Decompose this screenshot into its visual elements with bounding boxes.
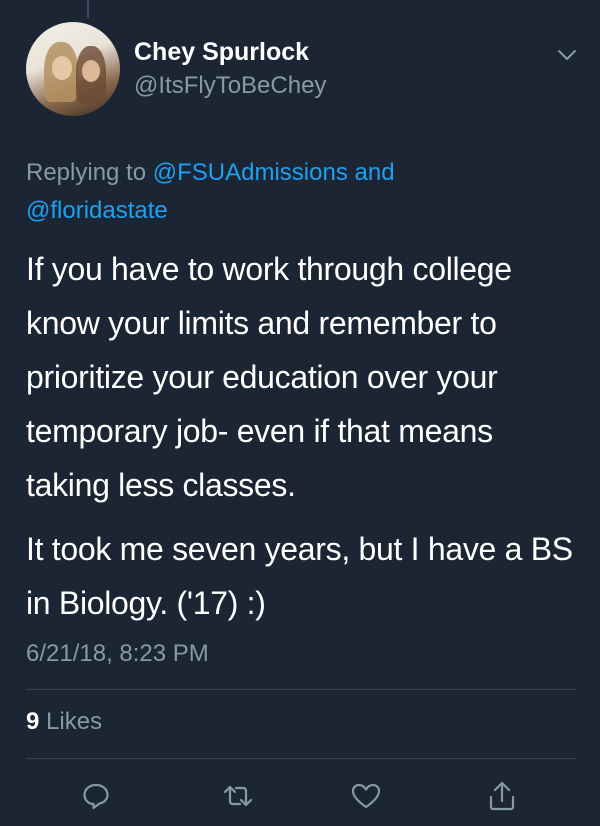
likes-label: Likes — [46, 708, 103, 735]
tweet-text: If you have to work through college know… — [26, 242, 582, 630]
likes-stat[interactable]: 9 Likes — [26, 708, 102, 736]
tweet-paragraph: It took me seven years, but I have a BS … — [26, 531, 573, 621]
avatar-detail — [82, 60, 100, 82]
like-button[interactable] — [346, 776, 386, 816]
divider — [26, 689, 576, 690]
chevron-down-icon[interactable] — [556, 46, 578, 64]
replying-to: Replying to @FSUAdmissions and @floridas… — [26, 154, 566, 230]
retweet-button[interactable] — [218, 776, 258, 816]
thread-connector — [87, 0, 89, 18]
tweet-paragraph: If you have to work through college know… — [26, 251, 512, 503]
mention-link-floridastate[interactable]: @floridastate — [26, 197, 168, 224]
action-bar — [0, 776, 600, 816]
heart-icon — [351, 783, 381, 809]
replying-prefix: Replying to — [26, 159, 153, 186]
display-name[interactable]: Chey Spurlock — [134, 38, 309, 67]
reply-button[interactable] — [76, 776, 116, 816]
divider — [26, 758, 576, 759]
avatar[interactable] — [26, 22, 120, 116]
retweet-icon — [223, 785, 253, 807]
user-handle[interactable]: @ItsFlyToBeChey — [134, 72, 326, 100]
share-button[interactable] — [482, 776, 522, 816]
timestamp: 6/21/18, 8:23 PM — [26, 640, 209, 667]
likes-count: 9 — [26, 708, 40, 735]
mention-link-fsuadmissions[interactable]: @FSUAdmissions — [153, 159, 348, 186]
share-icon — [489, 781, 515, 811]
replying-and: and — [347, 159, 395, 186]
reply-icon — [83, 783, 109, 810]
avatar-detail — [52, 56, 72, 80]
